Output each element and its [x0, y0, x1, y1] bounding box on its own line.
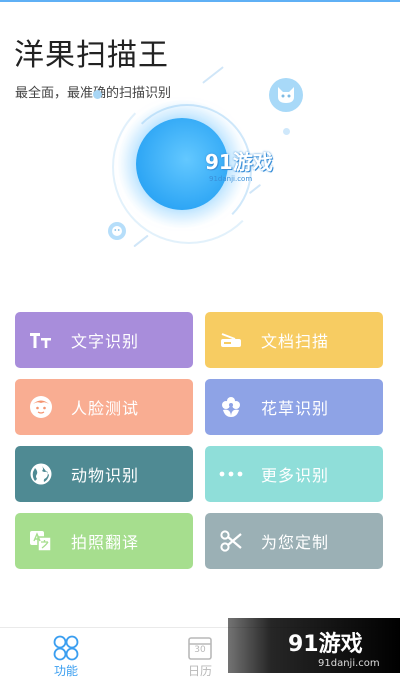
- calendar-icon: 30: [186, 634, 214, 662]
- calendar-number: 30: [194, 645, 206, 655]
- translate-icon: [29, 529, 53, 553]
- cat-icon: [269, 78, 303, 112]
- top-accent-line: [0, 0, 400, 2]
- feature-face-test[interactable]: 人脸测试: [15, 379, 193, 435]
- site-watermark: 91游戏 91danji.com: [228, 618, 400, 673]
- hero-illustration: 91游戏 91danji.com: [0, 60, 400, 290]
- grid-icon: [52, 634, 80, 662]
- scanner-icon: [219, 328, 243, 352]
- feature-label: 为您定制: [261, 533, 330, 552]
- face-icon: [29, 395, 53, 419]
- tab-label: 日历: [187, 664, 212, 678]
- feature-label: 文档扫描: [261, 332, 330, 351]
- feature-label: 动物识别: [71, 466, 140, 485]
- scissors-icon: [219, 529, 243, 553]
- watermark-logo: 91游戏 91danji.com: [205, 150, 273, 183]
- tab-calendar[interactable]: 30 日历: [170, 634, 230, 679]
- feature-photo-translate[interactable]: 拍照翻译: [15, 513, 193, 569]
- tab-functions[interactable]: 功能: [36, 634, 96, 679]
- feature-custom[interactable]: 为您定制: [205, 513, 383, 569]
- feature-label: 更多识别: [261, 466, 330, 485]
- face-bubble-icon: [108, 222, 126, 240]
- more-dots-icon: [219, 462, 243, 486]
- feature-doc-scan[interactable]: 文档扫描: [205, 312, 383, 368]
- feature-label: 人脸测试: [71, 399, 140, 418]
- feature-more-recognition[interactable]: 更多识别: [205, 446, 383, 502]
- decor-dot: [93, 90, 102, 99]
- feature-plant-recognition[interactable]: 花草识别: [205, 379, 383, 435]
- tab-label: 功能: [53, 664, 78, 678]
- watermark-text: 91游戏: [288, 632, 363, 657]
- feature-label: 拍照翻译: [71, 533, 140, 552]
- feature-animal-recognition[interactable]: 动物识别: [15, 446, 193, 502]
- text-tt-icon: [29, 328, 53, 352]
- feature-label: 文字识别: [71, 332, 140, 351]
- watermark-url: 91danji.com: [318, 658, 380, 669]
- decor-dot: [283, 128, 290, 135]
- feature-text-recognition[interactable]: 文字识别: [15, 312, 193, 368]
- feature-label: 花草识别: [261, 399, 330, 418]
- flower-icon: [219, 395, 243, 419]
- globe-icon: [29, 462, 53, 486]
